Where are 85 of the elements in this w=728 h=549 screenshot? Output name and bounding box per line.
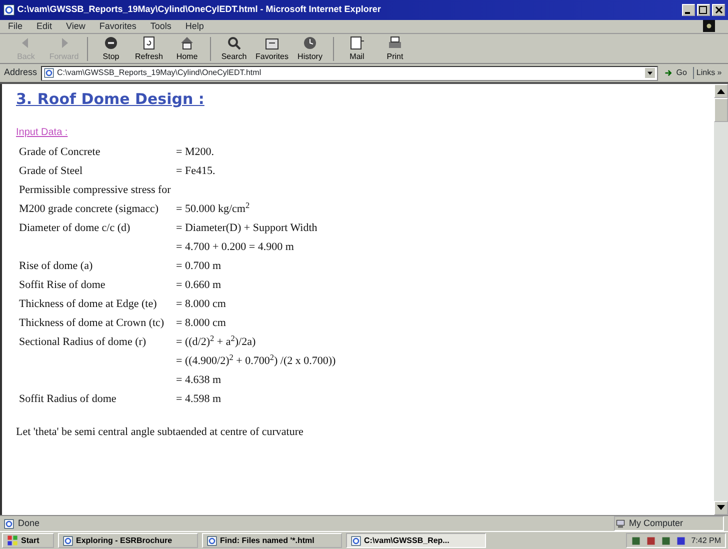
up-arrow-icon <box>717 88 725 94</box>
field-label: Grade of Steel <box>19 164 84 179</box>
field-value: = 8.000 cm <box>176 296 226 312</box>
toolbar-button[interactable]: Search <box>216 34 252 62</box>
field-label: Permissible compressive stress for <box>19 182 171 198</box>
menu-item[interactable]: View <box>66 20 86 34</box>
go-button[interactable]: Go <box>662 67 690 79</box>
menu-item[interactable]: Help <box>185 20 204 34</box>
address-field[interactable]: C:\vam\GWSSB_Reports_19May\Cylind\OneCylEDT.html <box>41 66 658 80</box>
field-label: Sectional Radius of dome (r) <box>19 334 148 350</box>
page-icon <box>44 68 54 78</box>
field-label: Thickness of dome at Crown (tc) <box>19 316 166 331</box>
menu-item[interactable]: Tools <box>150 20 172 34</box>
menu-item[interactable]: File <box>8 20 23 34</box>
taskbar-button[interactable]: Find: Files named '*.html <box>202 533 342 548</box>
toolbar-button[interactable]: Print <box>377 34 413 62</box>
field-value: = M200. <box>176 144 214 160</box>
toolbar-button[interactable]: Stop <box>93 34 129 62</box>
field-value: = 4.700 + 0.200 = 4.900 m <box>176 240 294 255</box>
field-label: Soffit Rise of dome <box>19 278 106 293</box>
field-label: Soffit Radius of dome <box>19 392 118 407</box>
toolbar-button[interactable]: Refresh <box>131 34 167 62</box>
close-button[interactable] <box>712 4 725 16</box>
tray-icon[interactable] <box>661 536 672 546</box>
scroll-thumb[interactable] <box>714 98 728 122</box>
page-heading: 3. Roof Dome Design : <box>16 89 206 110</box>
field-label: Thickness of dome at Edge (te) <box>19 296 158 312</box>
taskbar-button[interactable]: Exploring - ESRBrochure <box>58 533 198 548</box>
page-icon <box>4 518 14 528</box>
toolbar-button[interactable]: History <box>292 34 328 62</box>
tray-icon[interactable] <box>631 536 642 546</box>
close-icon <box>714 6 722 14</box>
stop-icon <box>103 34 119 50</box>
taskbar-button[interactable]: C:\vam\GWSSB_Rep... <box>346 533 486 548</box>
note-text: Let 'theta' be semi central angle subtaended at centre of curvature <box>16 424 304 440</box>
refresh-icon <box>141 34 157 50</box>
field-value: = 4.638 m <box>176 372 222 388</box>
window-icon <box>351 536 361 546</box>
tray-icon[interactable] <box>676 536 686 546</box>
minimize-button[interactable] <box>682 4 694 16</box>
field-value: = 8.000 cm <box>176 316 226 331</box>
field-value: = Fe415. <box>176 164 216 179</box>
field-label: M200 grade concrete (sigmacc) <box>19 202 160 217</box>
history-icon <box>302 34 318 50</box>
window-title: C:\vam\GWSSB_Reports_19May\Cylind\OneCylEDT.html - Microsoft Internet Explorer <box>17 3 382 16</box>
clock-text: 7:42 PM <box>691 534 721 546</box>
status-text: Done <box>18 516 40 530</box>
toolbar-button[interactable]: Home <box>169 34 205 62</box>
field-value: = 0.700 m <box>176 258 222 274</box>
menu-item[interactable]: Favorites <box>99 20 136 34</box>
field-value: = ((d/2)$^{2}$ + a$^{2}$)/2a) <box>176 334 256 350</box>
address-text: C:\vam\GWSSB_Reports_19May\Cylind\OneCylEDT.html <box>57 67 262 79</box>
maximize-button[interactable] <box>696 4 710 16</box>
menu-item[interactable]: Edit <box>36 20 52 34</box>
field-value: = 4.598 m <box>176 392 222 407</box>
field-value: = 50.000 kg/cm$^{2}$ <box>176 200 250 217</box>
zone-text: My Computer <box>629 516 684 530</box>
printer-icon <box>387 34 403 50</box>
window-icon <box>207 536 217 546</box>
scroll-down-button[interactable] <box>714 501 728 515</box>
start-button[interactable]: Start <box>2 533 54 548</box>
toolbar-button[interactable]: Favorites <box>254 34 290 62</box>
search-icon <box>226 34 242 50</box>
field-label: Grade of Concrete <box>19 144 102 160</box>
field-value: = ((4.900/2)$^{2}$ + 0.700$^{2}$) /(2 x 0.700)) <box>176 352 336 369</box>
field-value: = Diameter(D) + Support Width <box>176 220 318 236</box>
section-link[interactable]: Input Data : <box>16 124 700 140</box>
links-button[interactable]: Links » <box>693 67 724 79</box>
dropdown-icon[interactable] <box>644 67 655 79</box>
windows-logo-icon <box>7 535 18 546</box>
field-label: Diameter of dome c/c (d) <box>19 220 132 236</box>
go-arrow-icon <box>664 68 674 78</box>
field-label: Rise of dome (a) <box>19 258 94 274</box>
maximize-icon <box>699 6 708 14</box>
scroll-up-button[interactable] <box>714 84 728 98</box>
toolbar-button[interactable]: Mail <box>339 34 375 62</box>
window-icon <box>63 536 73 546</box>
home-icon <box>179 34 195 50</box>
computer-icon <box>615 518 626 528</box>
mail-icon <box>349 34 365 50</box>
down-arrow-icon <box>717 504 725 511</box>
tray-icon[interactable] <box>646 536 656 546</box>
field-value: = 0.660 m <box>176 278 222 293</box>
page-icon <box>3 4 15 16</box>
address-label: Address <box>4 66 38 80</box>
